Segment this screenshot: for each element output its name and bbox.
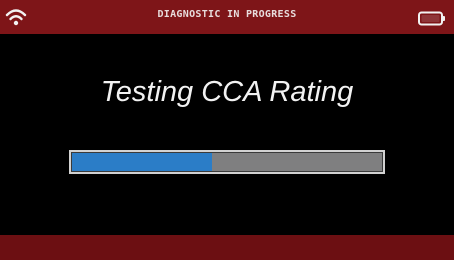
battery-icon — [418, 11, 445, 26]
diagnostic-screen: DIAGNOSTIC IN PROGRESS Testing CCA Ratin… — [0, 0, 454, 260]
footer-bar — [0, 235, 454, 260]
status-bar: DIAGNOSTIC IN PROGRESS — [0, 0, 454, 34]
status-message: Testing CCA Rating — [100, 76, 354, 108]
progress-bar — [69, 150, 385, 174]
status-title: DIAGNOSTIC IN PROGRESS — [157, 9, 297, 20]
progress-fill — [72, 153, 212, 171]
